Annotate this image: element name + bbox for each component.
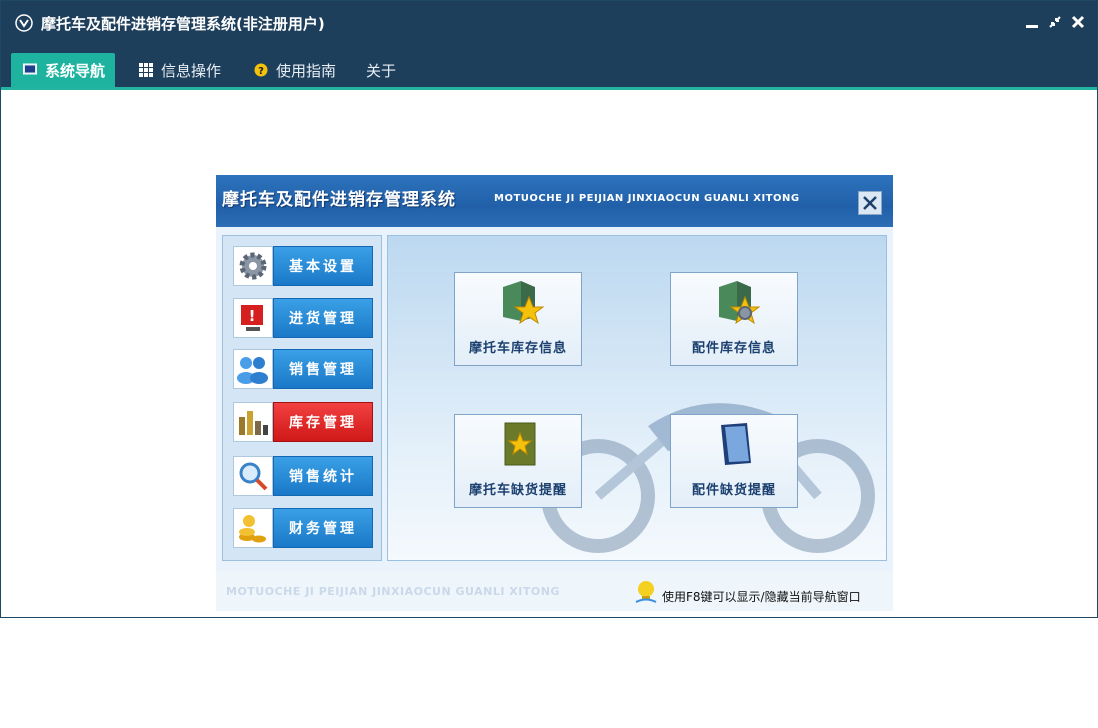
menu-inventory-management[interactable]: 库存管理	[233, 402, 373, 442]
card-motorcycle-stock-info[interactable]: 摩托车库存信息	[454, 272, 582, 366]
menu-label: 基本设置	[273, 246, 373, 286]
menu-finance-management[interactable]: 财务管理	[233, 508, 373, 548]
box-star-icon	[503, 281, 545, 325]
nav-close-button[interactable]	[858, 191, 882, 215]
card-label: 配件库存信息	[691, 341, 776, 356]
minimize-icon	[1026, 25, 1038, 28]
navigation-panel: 摩托车及配件进销存管理系统 MOTUOCHE JI PEIJIAN JINXIA…	[216, 175, 893, 611]
window-title: 摩托车及配件进销存管理系统(非注册用户)	[41, 15, 325, 33]
lightbulb-icon	[635, 581, 657, 603]
monitor-icon	[23, 63, 37, 75]
card-label: 摩托车库存信息	[468, 341, 567, 356]
nav-subtitle: MOTUOCHE JI PEIJIAN JINXIAOCUN GUANLI XI…	[494, 193, 800, 204]
close-button[interactable]	[1069, 13, 1087, 31]
book-icon	[721, 423, 751, 465]
tab-label: 使用指南	[276, 61, 337, 80]
restore-icon	[1049, 16, 1061, 28]
menu-label: 销售统计	[273, 456, 373, 496]
card-parts-stock-info[interactable]: 配件库存信息	[670, 272, 798, 366]
menu-purchase-management[interactable]: ! 进货管理	[233, 298, 373, 338]
nav-header: 摩托车及配件进销存管理系统 MOTUOCHE JI PEIJIAN JINXIA…	[216, 175, 893, 227]
minimize-button[interactable]	[1023, 13, 1041, 31]
users-icon	[233, 349, 273, 389]
menu-label: 库存管理	[273, 402, 373, 442]
svg-text:?: ?	[258, 66, 264, 77]
tab-label: 系统导航	[45, 61, 106, 80]
restore-button[interactable]	[1046, 13, 1064, 31]
nav-footer: MOTUOCHE JI PEIJIAN JINXIAOCUN GUANLI XI…	[216, 571, 893, 611]
tab-user-guide[interactable]: ? 使用指南	[254, 53, 336, 87]
title-bar: 摩托车及配件进销存管理系统(非注册用户)	[1, 1, 1097, 45]
card-parts-shortage-alert[interactable]: 配件缺货提醒	[670, 414, 798, 508]
coins-icon	[233, 508, 273, 548]
menu-sales-statistics[interactable]: 销售统计	[233, 456, 373, 496]
card-motorcycle-shortage-alert[interactable]: 摩托车缺货提醒	[454, 414, 582, 508]
menu-basic-settings[interactable]: 基本设置	[233, 246, 373, 286]
magnifier-icon	[233, 456, 273, 496]
folder-star-icon	[504, 422, 536, 466]
alert-monitor-icon: !	[233, 298, 273, 338]
menu-sales-management[interactable]: 销售管理	[233, 349, 373, 389]
tab-system-navigation[interactable]: 系统导航	[11, 53, 116, 87]
function-menu: 基本设置 ! 进货管理 销售管理 库存管理 销售统计 财务管理	[222, 235, 382, 561]
grid-icon	[139, 63, 153, 77]
card-label: 摩托车缺货提醒	[468, 483, 567, 498]
close-icon	[863, 196, 877, 210]
content-area: 摩托车库存信息 配件库存信息 摩托车缺货提醒 配件缺货提醒	[387, 235, 887, 561]
footer-watermark-text: MOTUOCHE JI PEIJIAN JINXIAOCUN GUANLI XI…	[226, 585, 560, 598]
tab-about[interactable]: 关于	[366, 53, 396, 87]
gear-icon	[233, 246, 273, 286]
menu-label: 进货管理	[273, 298, 373, 338]
app-logo-icon	[15, 14, 33, 32]
menu-label: 销售管理	[273, 349, 373, 389]
f8-hint-text: 使用F8键可以显示/隐藏当前导航窗口	[662, 590, 861, 604]
menu-label: 财务管理	[273, 508, 373, 548]
box-gear-icon	[719, 281, 761, 325]
nav-title: 摩托车及配件进销存管理系统	[222, 190, 456, 210]
tab-bar: 系统导航 信息操作 ? 使用指南 关于	[1, 45, 1097, 90]
help-icon: ?	[254, 63, 268, 77]
svg-text:!: !	[249, 307, 256, 325]
tab-label: 信息操作	[161, 61, 222, 80]
tab-label: 关于	[366, 61, 397, 80]
close-icon	[1071, 15, 1085, 29]
warehouse-icon	[233, 402, 273, 442]
card-label: 配件缺货提醒	[691, 483, 776, 498]
tab-information-operation[interactable]: 信息操作	[139, 53, 221, 87]
